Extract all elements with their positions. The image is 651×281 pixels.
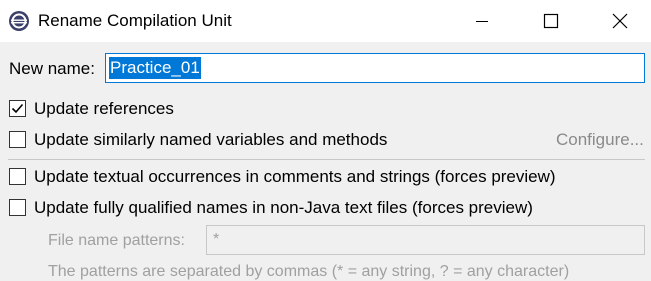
configure-link[interactable]: Configure... xyxy=(556,130,644,150)
minimize-icon xyxy=(475,14,489,28)
separator xyxy=(8,159,645,160)
eclipse-icon xyxy=(8,10,30,32)
update-similar-names-label: Update similarly named variables and met… xyxy=(34,130,388,149)
maximize-button[interactable] xyxy=(531,0,571,42)
update-qualified-names-checkbox[interactable] xyxy=(9,199,26,216)
new-name-value: Practice_01 xyxy=(109,57,201,79)
new-name-label: New name: xyxy=(9,59,95,78)
minimize-button[interactable] xyxy=(462,0,502,42)
update-qualified-names-label: Update fully qualified names in non-Java… xyxy=(34,198,533,217)
close-icon xyxy=(612,13,628,29)
title-bar: Rename Compilation Unit xyxy=(0,0,651,42)
update-references-checkbox[interactable] xyxy=(9,100,26,117)
update-similar-names-checkbox[interactable] xyxy=(9,131,26,148)
window-title: Rename Compilation Unit xyxy=(38,11,232,30)
update-textual-occurrences-checkbox[interactable] xyxy=(9,168,26,185)
maximize-icon xyxy=(543,13,559,29)
update-textual-occurrences-label: Update textual occurrences in comments a… xyxy=(34,167,556,186)
file-patterns-label: File name patterns: xyxy=(48,232,185,249)
new-name-input[interactable]: Practice_01 xyxy=(105,53,645,83)
close-button[interactable] xyxy=(600,0,640,42)
file-patterns-input[interactable]: * xyxy=(206,225,645,255)
patterns-hint: The patterns are separated by commas (* … xyxy=(48,263,570,280)
update-references-label: Update references xyxy=(34,99,174,118)
